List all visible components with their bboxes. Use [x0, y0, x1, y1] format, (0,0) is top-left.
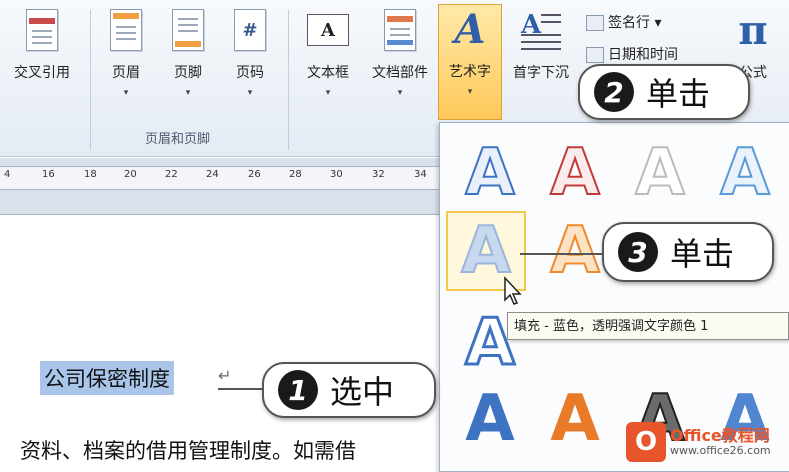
selected-text[interactable]: 公司保密制度 — [40, 361, 174, 395]
callout-3: 3 单击 — [602, 222, 774, 282]
wordart-style-2[interactable]: A — [535, 133, 615, 213]
mouse-cursor-icon — [504, 276, 522, 305]
quick-parts-label: 文档部件 — [372, 65, 428, 81]
wordart-style-14[interactable]: A — [535, 379, 615, 459]
date-time-icon — [586, 47, 604, 63]
office-logo-icon: O — [626, 422, 666, 462]
ruler-tick: 22 — [165, 169, 178, 180]
ribbon-separator — [90, 10, 91, 150]
ruler-tick: 16 — [42, 169, 55, 180]
watermark-url: www.office26.com — [670, 444, 771, 457]
signature-line-button[interactable]: 签名行 ▾ — [586, 12, 661, 32]
callout-number: 1 — [278, 370, 318, 410]
ruler-tick: 4 — [4, 169, 11, 180]
header-button[interactable]: 页眉 ▾ — [98, 6, 154, 114]
wordart-style-4[interactable]: A — [705, 133, 785, 213]
ribbon-separator — [288, 10, 289, 150]
callout-1: 1 选中 — [262, 362, 436, 418]
paragraph-mark: ↵ — [218, 366, 232, 385]
footer-icon — [166, 6, 210, 54]
ruler-tick: 18 — [84, 169, 97, 180]
drop-cap-icon: A — [519, 6, 563, 54]
date-time-button[interactable]: 日期和时间 — [586, 44, 678, 64]
footer-button[interactable]: 页脚 ▾ — [160, 6, 216, 114]
ruler-tick: 34 — [414, 169, 427, 180]
ruler-tick: 26 — [248, 169, 261, 180]
ruler-tick: 32 — [372, 169, 385, 180]
wordart-label: 艺术字 — [449, 64, 491, 80]
text-box-icon: A — [306, 6, 350, 54]
footer-label: 页脚 — [174, 65, 202, 81]
watermark-name: Office教程网 — [670, 426, 770, 445]
wordart-style-13[interactable]: A — [450, 379, 530, 459]
hash-glyph: # — [242, 19, 258, 41]
drop-cap-button[interactable]: A 首字下沉 — [504, 6, 578, 114]
text-box-button[interactable]: A 文本框 ▾ — [296, 6, 360, 114]
ruler-tick: 28 — [289, 169, 302, 180]
callout-leader-3 — [520, 253, 604, 255]
document-body-line[interactable]: 资料、档案的借用管理制度。如需借 — [20, 435, 356, 465]
chevron-down-icon: ▾ — [325, 88, 331, 98]
ruler-tick: 20 — [124, 169, 137, 180]
chevron-down-icon: ▾ — [123, 88, 129, 98]
header-icon — [104, 6, 148, 54]
chevron-down-icon: ▾ — [247, 88, 253, 98]
cross-reference-label: 交叉引用 — [14, 65, 70, 81]
ruler-tick: 24 — [206, 169, 219, 180]
equation-icon: π — [738, 6, 768, 54]
watermark: O Office教程网 www.office26.com — [626, 420, 786, 466]
header-label: 页眉 — [112, 65, 140, 81]
wordart-button[interactable]: A 艺术字 ▾ — [438, 4, 502, 120]
wordart-icon: A — [454, 5, 486, 53]
page-number-label: 页码 — [236, 65, 264, 81]
callout-number: 2 — [594, 72, 634, 112]
chevron-down-icon: ▾ — [467, 87, 473, 97]
callout-leader-1 — [218, 388, 264, 390]
tooltip: 填充 - 蓝色，透明强调文字颜色 1 — [507, 312, 789, 340]
cross-reference-icon — [20, 6, 64, 54]
drop-cap-label: 首字下沉 — [513, 65, 569, 81]
chevron-down-icon: ▾ — [397, 88, 403, 98]
callout-text: 选中 — [330, 373, 395, 411]
signature-line-icon — [586, 15, 604, 31]
callout-text: 单击 — [670, 235, 735, 273]
quick-parts-button[interactable]: 文档部件 ▾ — [362, 6, 438, 114]
page-number-icon: # — [228, 6, 272, 54]
ruler-tick: 30 — [330, 169, 343, 180]
text-box-label: 文本框 — [307, 65, 349, 81]
group-label-header-footer: 页眉和页脚 — [145, 132, 211, 147]
chevron-down-icon: ▾ — [185, 88, 191, 98]
wordart-style-3[interactable]: A — [620, 133, 700, 213]
callout-number: 3 — [618, 232, 658, 272]
quick-parts-icon — [378, 6, 422, 54]
callout-2: 2 单击 — [578, 64, 750, 120]
wordart-style-1[interactable]: A — [450, 133, 530, 213]
cross-reference-button[interactable]: 交叉引用 — [4, 6, 80, 114]
callout-text: 单击 — [646, 75, 711, 113]
page-number-button[interactable]: # 页码 ▾ — [222, 6, 278, 114]
